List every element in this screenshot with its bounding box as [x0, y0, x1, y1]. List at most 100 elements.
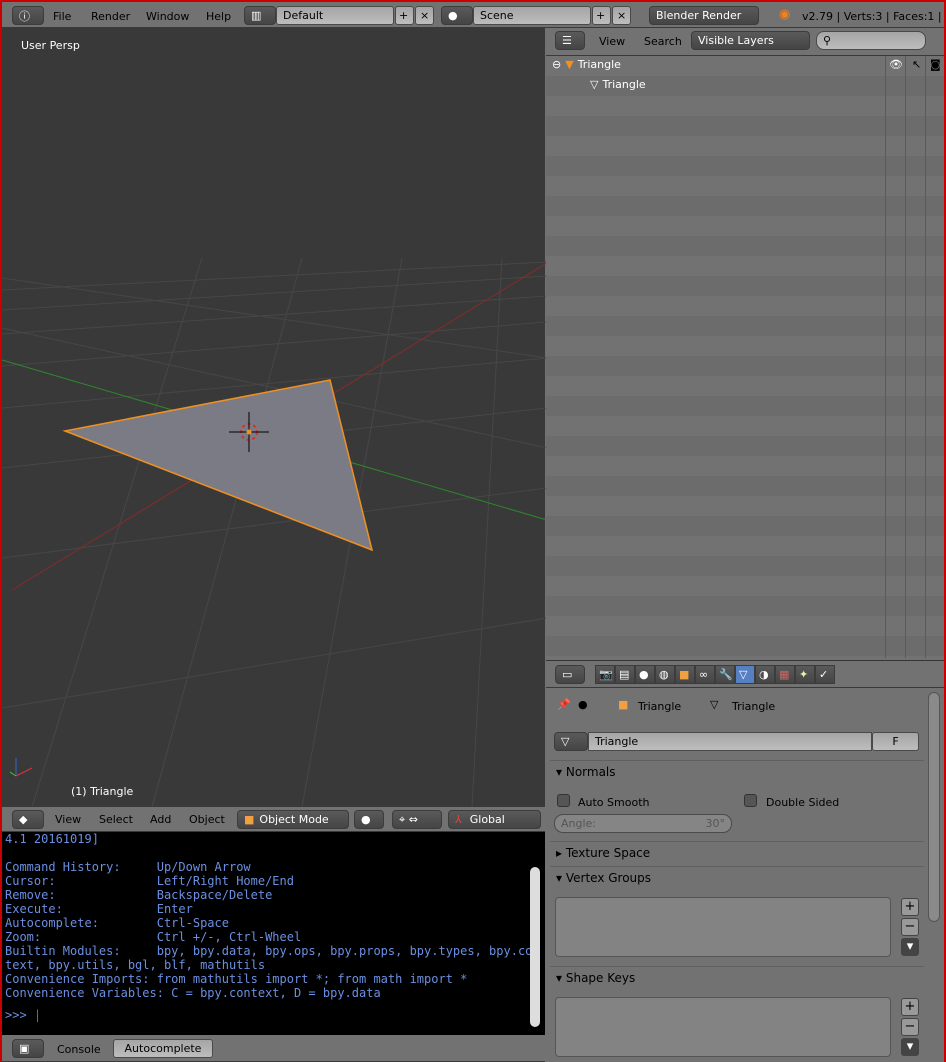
visibility-eye-icon[interactable]: 👁 [889, 58, 903, 71]
outliner-menu-search[interactable]: Search [644, 35, 682, 48]
console-line: Execute: Enter [5, 902, 193, 916]
renderability-camera-icon[interactable]: ◙ [930, 58, 941, 71]
texture-tab-icon[interactable]: ▦ [775, 665, 795, 684]
pin-icon[interactable]: 📌 [557, 698, 571, 711]
autocomplete-button[interactable]: Autocomplete [113, 1039, 213, 1058]
breadcrumb-mesh: Triangle [732, 700, 776, 713]
scene-field[interactable]: Scene [473, 6, 591, 25]
mesh-name-input[interactable]: Triangle [588, 732, 872, 751]
mesh-data-icon: ▽ [590, 78, 599, 91]
menu-render[interactable]: Render [91, 10, 130, 23]
python-console[interactable]: 4.1 20161019] Command History: Up/Down Ar… [0, 832, 545, 1035]
blender-logo-icon: ◉ [779, 7, 791, 22]
menu-file[interactable]: File [53, 10, 71, 23]
shape-key-menu-button[interactable]: ▾ [901, 1038, 919, 1056]
transform-axes-icon: ⅄ [455, 813, 462, 826]
mesh-browse-button[interactable]: ▽ [554, 732, 588, 751]
angle-label: Angle: [561, 817, 597, 830]
scene-tab-icon[interactable]: ● [635, 665, 655, 684]
material-tab-icon[interactable]: ◑ [755, 665, 775, 684]
double-sided-checkbox[interactable] [744, 794, 757, 807]
remove-layout-button[interactable]: × [415, 6, 434, 25]
cube-icon: ■ [244, 813, 255, 826]
remove-vertex-group-button[interactable]: − [901, 918, 919, 936]
outliner-item-object[interactable]: ⊖ ▼ Triangle [552, 58, 621, 71]
panel-normals-header[interactable]: ▾ Normals [550, 760, 924, 782]
render-tab-icon[interactable]: 📷 [595, 665, 615, 684]
pivot-select[interactable]: ⌖ ⇔ [392, 810, 442, 829]
collapse-icon[interactable]: ⊖ [552, 58, 561, 71]
panel-texture-space-header[interactable]: ▸ Texture Space [550, 841, 924, 863]
viewport-scene [2, 257, 547, 807]
console-editor-type-button[interactable]: ▣ [12, 1039, 44, 1058]
outliner-item-label: Triangle [602, 78, 646, 91]
console-line: Autocomplete: Ctrl-Space [5, 916, 229, 930]
grid-floor [2, 257, 547, 807]
menu-select[interactable]: Select [99, 813, 133, 826]
menu-window[interactable]: Window [146, 10, 189, 23]
orientation-label: Global [469, 813, 505, 826]
console-line: Convenience Imports: from mathutils impo… [5, 972, 468, 986]
properties-editor-type-button[interactable]: ▭ [555, 665, 585, 684]
outliner-search-input[interactable]: ⚲ [816, 31, 926, 50]
properties-scrollbar[interactable] [928, 692, 940, 922]
editor-type-button[interactable]: ◆ [12, 810, 44, 829]
orientation-select[interactable]: ⅄ Global [448, 810, 541, 829]
top-header: ⓘ File Render Window Help ▥ Default + × … [0, 0, 946, 28]
add-shape-key-button[interactable]: + [901, 998, 919, 1016]
menu-object[interactable]: Object [189, 813, 225, 826]
menu-view[interactable]: View [55, 813, 81, 826]
fake-user-button[interactable]: F [872, 732, 919, 751]
panel-title: Vertex Groups [565, 870, 652, 885]
vertex-group-menu-button[interactable]: ▾ [901, 938, 919, 956]
add-vertex-group-button[interactable]: + [901, 898, 919, 916]
console-scrollbar[interactable] [530, 867, 540, 1027]
viewport-header: ◆ View Select Add Object ■ Object Mode ● … [0, 807, 545, 832]
render-engine-select[interactable]: Blender Render [649, 6, 759, 25]
angle-value: 30° [705, 817, 726, 830]
console-line: Cursor: Left/Right Home/End [5, 874, 294, 888]
vertex-groups-list[interactable] [555, 897, 891, 957]
outliner-menu-view[interactable]: View [599, 35, 625, 48]
add-layout-button[interactable]: + [395, 6, 414, 25]
properties-header: ▭ 📷 ▤ ● ◍ ■ ∞ 🔧 ▽ ◑ ▦ ✦ ✓ [546, 660, 946, 688]
remove-shape-key-button[interactable]: − [901, 1018, 919, 1036]
shading-select[interactable]: ● [354, 810, 384, 829]
console-header: ▣ Console Autocomplete [0, 1035, 545, 1062]
angle-slider[interactable]: Angle: 30° [554, 814, 732, 833]
layout-field[interactable]: Default [276, 6, 394, 25]
modifiers-tab-icon[interactable]: 🔧 [715, 665, 735, 684]
panel-vertex-groups-header[interactable]: ▾ Vertex Groups [550, 866, 924, 888]
render-layers-tab-icon[interactable]: ▤ [615, 665, 635, 684]
add-scene-button[interactable]: + [592, 6, 611, 25]
remove-scene-button[interactable]: × [612, 6, 631, 25]
world-tab-icon[interactable]: ◍ [655, 665, 675, 684]
view-label: User Persp [21, 39, 80, 52]
info-editor-type-button[interactable]: ⓘ [12, 6, 44, 25]
particles-tab-icon[interactable]: ✦ [795, 665, 815, 684]
scene-breadcrumb-icon: ● [578, 698, 588, 711]
layout-icon[interactable]: ▥ [244, 6, 276, 25]
3d-viewport[interactable]: User Persp (1) Triangle [0, 28, 547, 807]
shape-keys-list[interactable] [555, 997, 891, 1057]
selectability-cursor-icon[interactable]: ↖ [912, 58, 921, 71]
menu-console[interactable]: Console [57, 1043, 101, 1056]
outliner-editor-type-button[interactable]: ☰ [555, 31, 585, 50]
panel-shape-keys-header[interactable]: ▾ Shape Keys [550, 966, 924, 988]
outliner-item-mesh[interactable]: ▽ Triangle [590, 78, 646, 91]
auto-smooth-checkbox[interactable] [557, 794, 570, 807]
mesh-data-tab-icon[interactable]: ▽ [735, 665, 755, 684]
console-line: text, bpy.utils, bgl, blf, mathutils [5, 958, 266, 972]
panel-title: Texture Space [565, 845, 651, 860]
physics-tab-icon[interactable]: ✓ [815, 665, 835, 684]
menu-help[interactable]: Help [206, 10, 231, 23]
menu-add[interactable]: Add [150, 813, 171, 826]
object-tab-icon[interactable]: ■ [675, 665, 695, 684]
scene-icon[interactable]: ● [441, 6, 473, 25]
mesh-object-icon: ▼ [565, 58, 574, 71]
mode-select[interactable]: ■ Object Mode [237, 810, 349, 829]
mode-label: Object Mode [259, 813, 329, 826]
column-divider [885, 56, 886, 658]
display-mode-select[interactable]: Visible Layers [691, 31, 810, 50]
constraints-tab-icon[interactable]: ∞ [695, 665, 715, 684]
